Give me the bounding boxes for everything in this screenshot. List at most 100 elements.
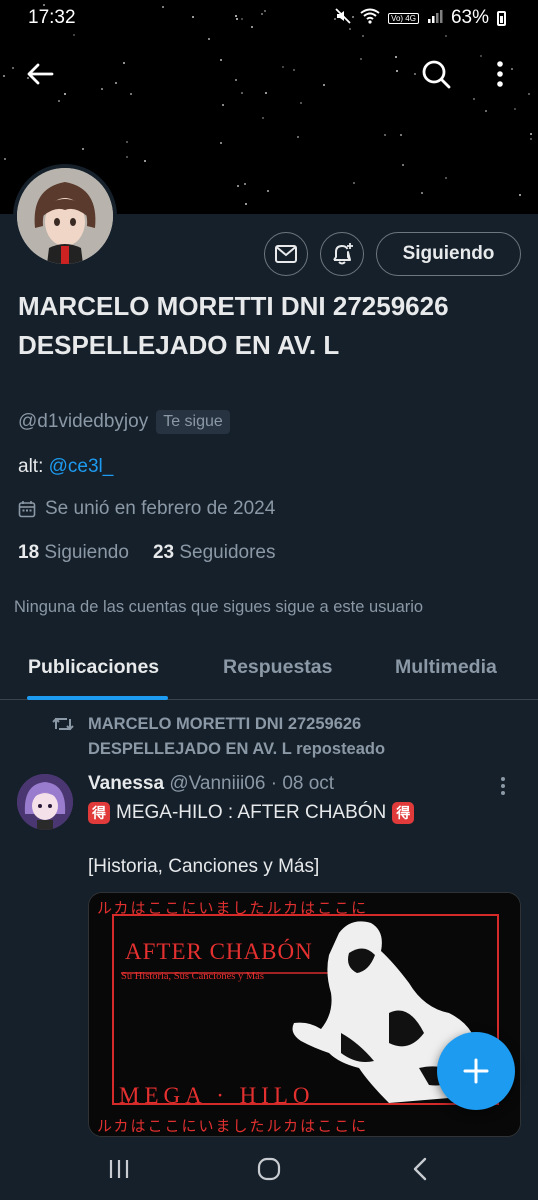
status-bar: 17:32 Vo) 4G 63% bbox=[0, 0, 538, 36]
calendar-icon bbox=[18, 501, 36, 518]
banner-star bbox=[244, 183, 246, 185]
system-navigation-bar bbox=[0, 1137, 538, 1200]
follow-stats: 18 Siguiendo 23 Seguidores bbox=[18, 542, 276, 564]
banner-star bbox=[235, 79, 237, 81]
banner-star bbox=[220, 59, 222, 61]
profile-tabs: Publicaciones Respuestas Multimedia bbox=[0, 638, 538, 700]
follows-you-badge: Te sigue bbox=[156, 410, 230, 434]
banner-star bbox=[530, 138, 532, 140]
following-count: 18 bbox=[18, 542, 40, 563]
tab-multimedia[interactable]: Multimedia bbox=[395, 656, 497, 679]
post-author-handle[interactable]: @Vanniii06 bbox=[169, 773, 265, 794]
banner-star bbox=[528, 93, 530, 95]
more-vertical-icon bbox=[497, 61, 503, 87]
banner-star bbox=[360, 58, 362, 60]
battery-percent: 63% bbox=[450, 7, 489, 28]
banner-star bbox=[237, 185, 239, 187]
banner-star bbox=[130, 93, 132, 95]
recent-apps-button[interactable] bbox=[97, 1151, 141, 1187]
status-time: 17:32 bbox=[28, 7, 76, 28]
volte-badge: Vo) 4G bbox=[388, 12, 419, 24]
banner-star bbox=[267, 190, 269, 192]
profile-display-name: MARCELO MORETTI DNI 27259626 DESPELLEJAD… bbox=[18, 291, 449, 360]
profile-bio: alt: @ce3l_ bbox=[18, 456, 113, 478]
banner-star bbox=[421, 192, 423, 194]
notifications-button[interactable] bbox=[320, 232, 364, 276]
post-author-name[interactable]: Vanessa bbox=[88, 773, 164, 794]
tab-publicaciones[interactable]: Publicaciones bbox=[28, 656, 159, 679]
post-text-line1: 得 MEGA-HILO : AFTER CHABÓN 得 bbox=[88, 802, 415, 824]
banner-star bbox=[400, 134, 402, 136]
more-options-button[interactable] bbox=[478, 52, 522, 96]
banner-star bbox=[126, 156, 128, 158]
system-back-button[interactable] bbox=[398, 1151, 442, 1187]
active-tab-indicator bbox=[27, 696, 168, 700]
banner-star bbox=[530, 133, 532, 135]
status-icons: Vo) 4G 63% bbox=[334, 7, 506, 30]
message-button[interactable] bbox=[264, 232, 308, 276]
banner-star bbox=[485, 110, 487, 112]
search-button[interactable] bbox=[414, 52, 458, 96]
post-more-button[interactable] bbox=[500, 776, 506, 801]
joined-text: Se unió en febrero de 2024 bbox=[45, 498, 276, 519]
repost-label[interactable]: MARCELO MORETTI DNI 27259626 DESPELLEJAD… bbox=[88, 712, 428, 762]
tab-respuestas[interactable]: Respuestas bbox=[223, 656, 332, 679]
following-label: Siguiendo bbox=[44, 542, 129, 563]
image-bottom-text: MEGA · HILO bbox=[119, 1083, 315, 1108]
repost-icon bbox=[52, 717, 74, 731]
post-author-avatar[interactable] bbox=[17, 774, 73, 830]
banner-star bbox=[519, 194, 521, 196]
banner-star bbox=[293, 69, 295, 71]
banner-star bbox=[395, 56, 397, 58]
followers-stat[interactable]: 23 Seguidores bbox=[153, 542, 276, 564]
home-button[interactable] bbox=[247, 1151, 291, 1187]
profile-handle: @d1videdbyjoy bbox=[18, 411, 149, 432]
following-button[interactable]: Siguiendo bbox=[376, 232, 521, 276]
bio-prefix: alt: bbox=[18, 456, 49, 477]
chevron-left-icon bbox=[413, 1157, 427, 1181]
banner-star bbox=[402, 164, 404, 166]
banner-star bbox=[514, 108, 516, 110]
banner-star bbox=[396, 70, 398, 72]
banner-star bbox=[473, 98, 475, 100]
banner-star bbox=[384, 134, 386, 136]
home-icon bbox=[257, 1157, 281, 1181]
post-avatar-illustration bbox=[17, 774, 73, 830]
mute-icon bbox=[334, 7, 352, 30]
bio-mention-link[interactable]: @ce3l_ bbox=[49, 456, 114, 477]
image-border-text-bottom: ルカはここにいましたルカはここに bbox=[97, 1117, 369, 1135]
image-subtitle: Su Historia, Sus Canciones y Más bbox=[121, 971, 264, 982]
banner-star bbox=[265, 92, 267, 94]
banner-star bbox=[353, 182, 355, 184]
banner-star bbox=[12, 67, 14, 69]
banner-star bbox=[64, 93, 66, 95]
banner-star bbox=[208, 38, 210, 40]
mutuals-note: Ninguna de las cuentas que sigues sigue … bbox=[14, 598, 424, 616]
mail-icon bbox=[275, 245, 297, 263]
banner-star bbox=[144, 160, 146, 162]
compose-button[interactable] bbox=[437, 1032, 515, 1110]
banner-star bbox=[222, 104, 224, 106]
followers-label: Seguidores bbox=[179, 542, 276, 563]
more-vertical-icon bbox=[501, 777, 505, 795]
banner-star bbox=[123, 62, 125, 64]
kanji-emoji-icon: 得 bbox=[88, 802, 110, 824]
banner-star bbox=[297, 136, 299, 138]
banner-star bbox=[245, 203, 247, 205]
wifi-icon bbox=[360, 8, 380, 29]
image-title: AFTER CHABÓN bbox=[125, 939, 313, 964]
handle-row: @d1videdbyjoy Te sigue bbox=[18, 410, 230, 434]
profile-avatar[interactable] bbox=[13, 164, 117, 268]
post-date[interactable]: 08 oct bbox=[282, 773, 334, 794]
repost-indicator: MARCELO MORETTI DNI 27259626 DESPELLEJAD… bbox=[52, 712, 428, 762]
back-arrow-icon bbox=[27, 63, 54, 85]
banner-star bbox=[82, 148, 84, 150]
banner-star bbox=[282, 66, 284, 68]
banner-star bbox=[115, 82, 117, 84]
back-button[interactable] bbox=[18, 52, 62, 96]
post-text-line2: [Historia, Canciones y Más] bbox=[88, 856, 320, 877]
bell-plus-icon bbox=[333, 243, 353, 265]
following-stat[interactable]: 18 Siguiendo bbox=[18, 542, 129, 564]
banner-star bbox=[3, 75, 5, 77]
plus-icon bbox=[463, 1058, 489, 1084]
